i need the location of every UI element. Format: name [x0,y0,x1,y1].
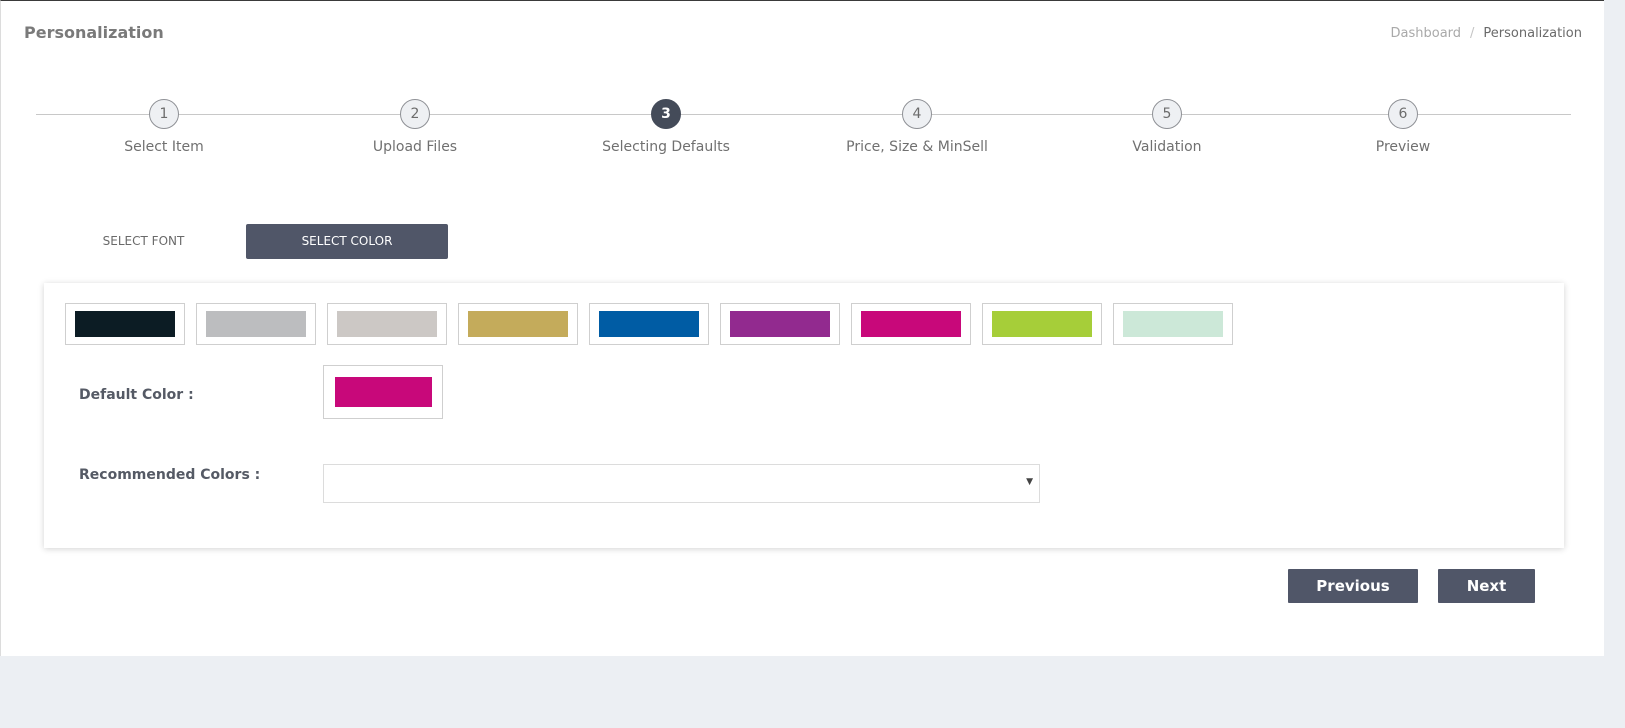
color-swatch-fill [206,311,306,337]
step-label: Preview [1375,139,1431,155]
step-label: Select Item [124,139,204,155]
color-swatch-fill [337,311,437,337]
color-swatch[interactable] [589,303,709,345]
page-title: Personalization [24,23,164,42]
step-upload-files[interactable]: 2 Upload Files [315,99,515,155]
color-swatch[interactable] [1113,303,1233,345]
breadcrumb-separator: / [1470,26,1475,41]
color-swatch-fill [861,311,961,337]
personalization-page: Personalization Dashboard / Personalizat… [0,0,1604,656]
color-swatch-fill [730,311,830,337]
recommended-colors-label: Recommended Colors : [79,467,261,483]
color-swatch[interactable] [196,303,316,345]
default-color-label: Default Color : [79,387,194,403]
step-label: Selecting Defaults [602,139,730,155]
default-color-preview[interactable] [323,365,443,419]
step-number: 5 [1152,99,1182,129]
step-number: 3 [651,99,681,129]
color-swatch-fill [75,311,175,337]
color-swatch-fill [599,311,699,337]
step-price-size-minsell[interactable]: 4 Price, Size & MinSell [817,99,1017,155]
color-swatch-fill [468,311,568,337]
step-preview[interactable]: 6 Preview [1303,99,1503,155]
breadcrumb-dashboard-link[interactable]: Dashboard [1391,26,1462,41]
color-swatch[interactable] [65,303,185,345]
step-number: 1 [149,99,179,129]
color-selection-card: Default Color : Recommended Colors : ▼ [44,283,1564,548]
color-swatch-fill [1123,311,1223,337]
step-number: 6 [1388,99,1418,129]
caret-down-icon: ▼ [1026,477,1033,487]
color-swatch-fill [992,311,1092,337]
next-button[interactable]: Next [1438,569,1535,603]
color-swatch[interactable] [327,303,447,345]
step-label: Upload Files [372,139,458,155]
select-color-tab[interactable]: SELECT COLOR [246,224,448,259]
step-number: 2 [400,99,430,129]
default-color-fill [334,377,432,407]
color-swatch[interactable] [982,303,1102,345]
select-font-tab[interactable]: SELECT FONT [71,224,216,259]
step-validation[interactable]: 5 Validation [1067,99,1267,155]
previous-button[interactable]: Previous [1288,569,1418,603]
step-selecting-defaults[interactable]: 3 Selecting Defaults [566,99,766,155]
breadcrumb-current: Personalization [1483,26,1582,41]
step-label: Validation [1132,139,1202,155]
color-swatch[interactable] [458,303,578,345]
step-select-item[interactable]: 1 Select Item [64,99,264,155]
color-swatch-list [65,303,1233,345]
color-swatch[interactable] [851,303,971,345]
step-label: Price, Size & MinSell [846,139,988,155]
color-swatch[interactable] [720,303,840,345]
wizard-stepper: 1 Select Item 2 Upload Files 3 Selecting… [36,96,1571,166]
breadcrumb: Dashboard / Personalization [1391,26,1583,41]
recommended-colors-select[interactable]: ▼ [323,464,1040,503]
step-number: 4 [902,99,932,129]
